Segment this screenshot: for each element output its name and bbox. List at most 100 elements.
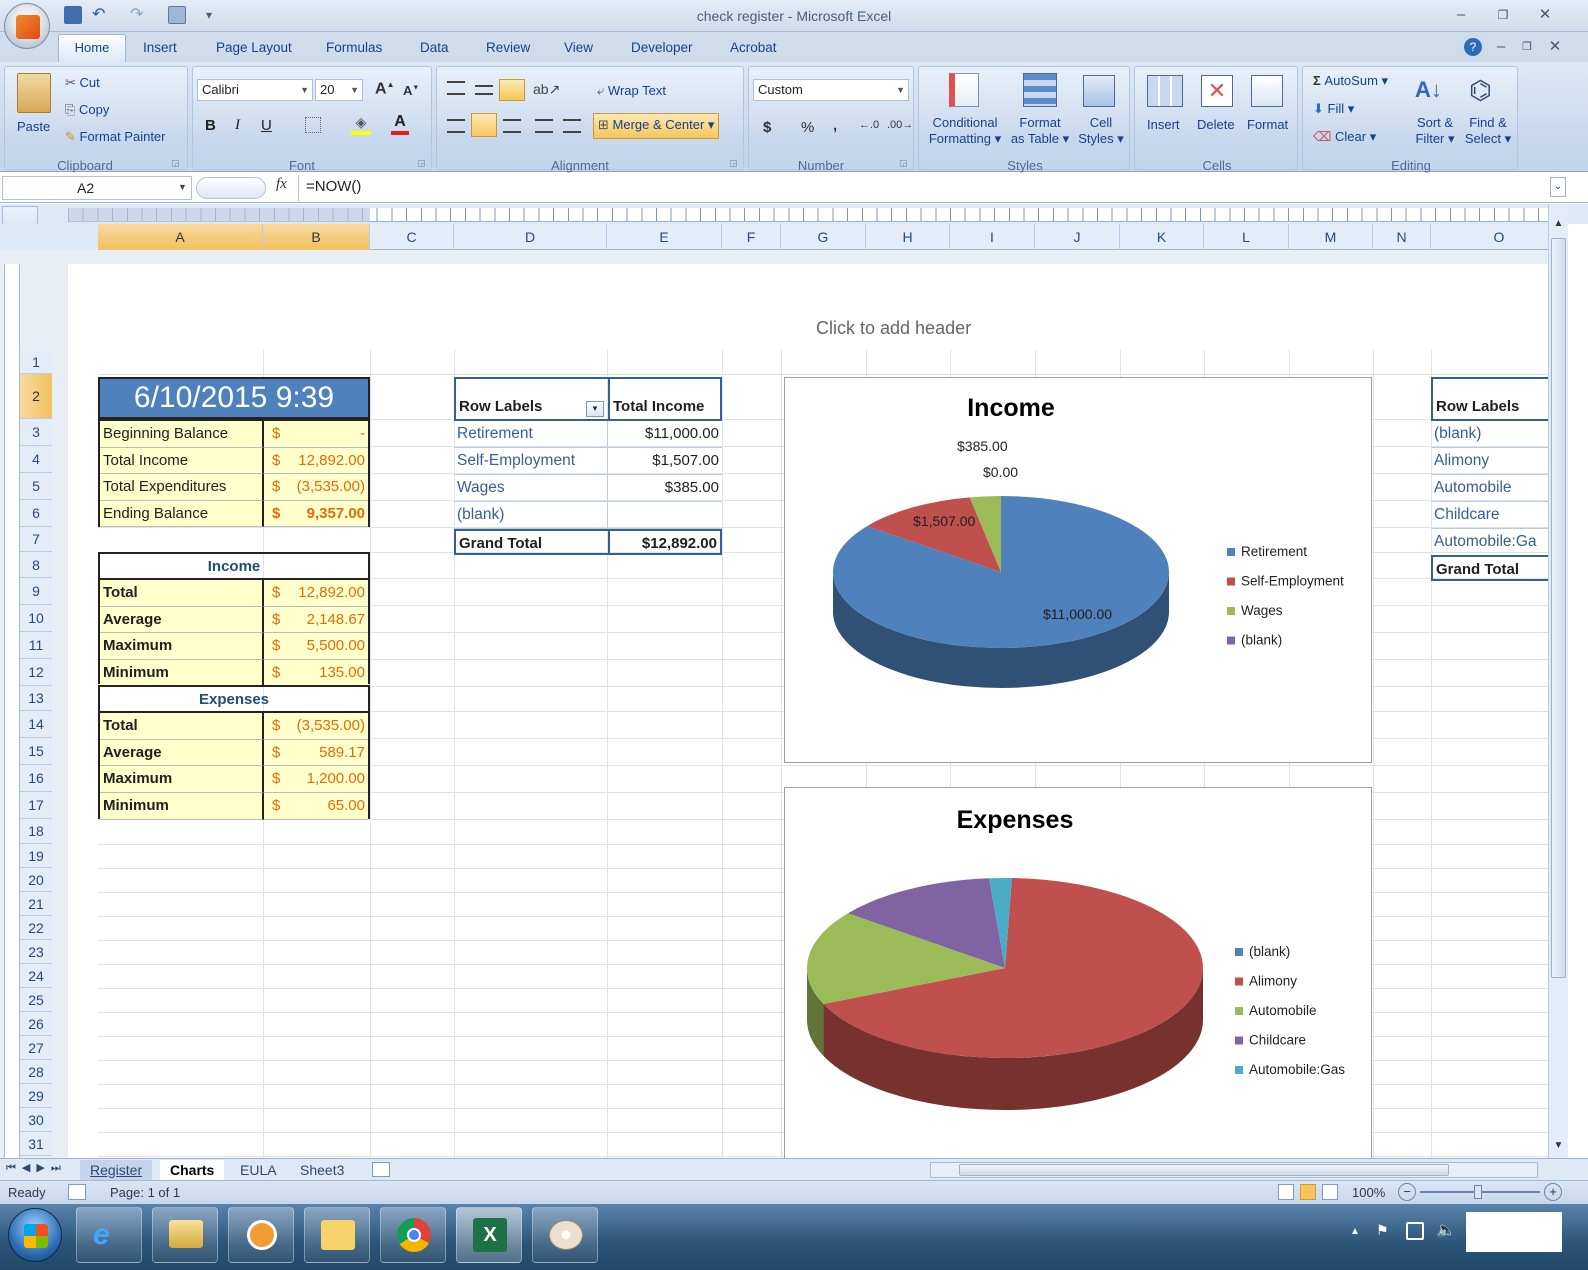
wrap-text-button[interactable]: ⤶ Wrap Text — [597, 83, 666, 99]
format-cells-button[interactable]: Format — [1247, 117, 1288, 132]
help-icon[interactable]: ? — [1464, 38, 1482, 56]
taskbar-media-player[interactable] — [228, 1207, 294, 1263]
workbook-restore-button[interactable]: ❐ — [1514, 36, 1540, 58]
column-header[interactable]: L — [1204, 224, 1289, 250]
tab-review[interactable]: Review — [486, 40, 530, 55]
tab-acrobat[interactable]: Acrobat — [730, 40, 777, 55]
copy-button[interactable]: ⎘ Copy — [65, 102, 109, 118]
tab-view[interactable]: View — [564, 40, 593, 55]
column-header[interactable]: F — [722, 224, 781, 250]
row-header[interactable]: 30 — [20, 1108, 52, 1132]
insert-cells-button[interactable]: Insert — [1147, 117, 1180, 132]
formula-input-box[interactable] — [298, 175, 1548, 201]
decrease-indent-icon[interactable] — [535, 119, 553, 133]
expenses-chart[interactable]: Expenses (blank) Alimony Automobile Childcar… — [784, 787, 1372, 1168]
stat-label[interactable]: Minimum — [100, 793, 264, 820]
column-header[interactable]: B — [263, 224, 370, 250]
stat-label[interactable]: Ending Balance — [100, 500, 264, 527]
row-header[interactable]: 26 — [20, 1012, 52, 1036]
pivot-row-value[interactable]: $11,000.00 — [608, 421, 722, 448]
italic-button[interactable]: I — [235, 117, 240, 134]
stat-value[interactable]: (3,535.00) — [292, 713, 368, 740]
row-header[interactable]: 2 — [20, 374, 52, 419]
paste-icon[interactable] — [17, 73, 51, 113]
row-header[interactable]: 12 — [20, 659, 52, 686]
stat-value[interactable]: 2,148.67 — [292, 606, 368, 633]
pivot-row-label[interactable]: Childcare — [1431, 502, 1548, 529]
decrease-decimal-icon[interactable]: .00→ — [887, 119, 913, 131]
row-header[interactable]: 5 — [20, 473, 52, 500]
office-button[interactable] — [4, 3, 50, 49]
scroll-up-icon[interactable]: ▲ — [1551, 218, 1566, 234]
stat-value[interactable]: 5,500.00 — [292, 633, 368, 660]
stat-value[interactable]: 9,357.00 — [292, 500, 368, 527]
pivot-row-label[interactable]: Automobile:Ga — [1431, 529, 1548, 556]
font-color-icon[interactable]: A — [391, 113, 409, 135]
sheet-tab-charts[interactable]: Charts — [160, 1160, 225, 1180]
row-header[interactable]: 17 — [20, 792, 52, 819]
zoom-out-icon[interactable]: − — [1398, 1183, 1416, 1201]
tab-formulas[interactable]: Formulas — [326, 40, 382, 55]
sort-filter-button[interactable]: Sort & Filter ▾ — [1413, 115, 1457, 147]
start-button[interactable] — [8, 1208, 62, 1262]
column-header[interactable]: G — [781, 224, 866, 250]
stat-label[interactable]: Average — [100, 739, 264, 767]
row-header[interactable]: 10 — [20, 605, 52, 632]
taskbar-paint[interactable] — [532, 1207, 598, 1263]
stat-label[interactable]: Total Expenditures — [100, 474, 264, 501]
tab-developer[interactable]: Developer — [631, 40, 693, 55]
dialog-launcher-icon[interactable]: ◲ — [899, 158, 908, 169]
network-icon[interactable] — [1406, 1222, 1424, 1240]
paste-button[interactable]: Paste — [17, 119, 50, 134]
column-header[interactable]: M — [1289, 224, 1373, 250]
taskbar-outlook[interactable] — [304, 1207, 370, 1263]
increase-indent-icon[interactable] — [563, 119, 581, 133]
pivot-row-label[interactable]: Automobile — [1431, 475, 1548, 502]
row-header[interactable]: 13 — [20, 686, 52, 711]
row-header[interactable]: 24 — [20, 964, 52, 988]
number-format-select[interactable]: Custom ▼ — [753, 79, 909, 101]
tab-home[interactable]: Home — [58, 34, 126, 62]
insert-sheet-icon[interactable] — [372, 1162, 390, 1177]
row-header[interactable]: 23 — [20, 940, 52, 964]
vertical-scrollbar[interactable]: ▲ ▼ — [1548, 204, 1568, 1168]
taskbar-internet-explorer[interactable]: e — [76, 1207, 142, 1263]
column-header[interactable]: J — [1035, 224, 1120, 250]
pivot-row-value[interactable]: $385.00 — [608, 475, 722, 502]
percent-button[interactable]: % — [801, 119, 814, 136]
sheet-tab-sheet3[interactable]: Sheet3 — [290, 1160, 354, 1180]
formula-input[interactable]: =NOW() — [306, 178, 361, 195]
bold-button[interactable]: B — [205, 117, 216, 134]
sheet-navigation-icons[interactable]: ⏮◀▶⏭ — [6, 1161, 67, 1175]
vertical-scroll-thumb[interactable] — [1551, 238, 1566, 978]
horizontal-scroll-thumb[interactable] — [959, 1164, 1449, 1176]
merge-center-button[interactable]: ⊞ Merge & Center ▾ — [593, 113, 720, 139]
expense-pivot-table[interactable]: Row Labels (blank) Alimony Automobile Child… — [1431, 377, 1548, 581]
insert-function-button[interactable]: fx — [276, 176, 287, 193]
row-header[interactable]: 18 — [20, 819, 52, 844]
fill-button[interactable]: ⬇ Fill ▾ — [1313, 101, 1354, 117]
volume-icon[interactable]: 🔈 — [1436, 1220, 1456, 1240]
pivot-row-label[interactable]: Wages — [454, 475, 608, 502]
filter-dropdown-icon[interactable]: ▼ — [586, 401, 604, 417]
row-header[interactable]: 25 — [20, 988, 52, 1012]
taskbar-file-explorer[interactable] — [152, 1207, 218, 1263]
row-header[interactable]: 4 — [20, 446, 52, 473]
name-box[interactable]: A2 — [2, 176, 192, 200]
insert-cells-icon[interactable] — [1147, 75, 1183, 107]
align-top-icon[interactable] — [447, 81, 465, 95]
column-header[interactable]: E — [607, 224, 722, 250]
cell-styles-icon[interactable] — [1083, 75, 1115, 107]
delete-cells-button[interactable]: Delete — [1197, 117, 1235, 132]
row-header[interactable]: 14 — [20, 711, 52, 738]
align-middle-icon[interactable] — [475, 85, 493, 95]
row-header[interactable]: 20 — [20, 868, 52, 892]
font-name-select[interactable]: Calibri ▼ — [197, 79, 313, 101]
row-header[interactable]: 1 — [20, 350, 52, 374]
grow-font-icon[interactable]: A▲ — [375, 80, 394, 98]
pivot-row-value[interactable] — [608, 502, 722, 529]
format-as-table-button[interactable]: Format as Table ▾ — [1009, 115, 1071, 147]
zoom-in-icon[interactable]: + — [1544, 1183, 1562, 1201]
underline-button[interactable]: U — [261, 117, 272, 134]
pivot-row-label[interactable]: Retirement — [454, 421, 608, 448]
